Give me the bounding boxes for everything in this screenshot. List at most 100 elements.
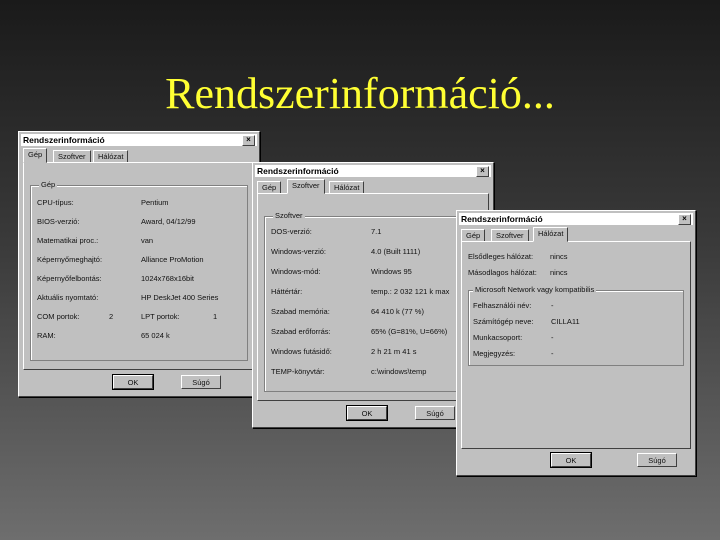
row-value: Windows 95 bbox=[371, 267, 412, 276]
row-value: - bbox=[551, 333, 554, 342]
row-value: c:\windows\temp bbox=[371, 367, 427, 376]
group-box: Microsoft Network vagy kompatibilis Felh… bbox=[468, 285, 684, 366]
row-value: van bbox=[141, 236, 154, 245]
info-row: COM portok: 2 LPT portok: 1 bbox=[37, 312, 241, 322]
row-value: Pentium bbox=[141, 198, 169, 207]
window-title: Rendszerinformáció bbox=[257, 166, 339, 176]
row-label: Szabad erőforrás: bbox=[271, 327, 331, 336]
info-row: Megjegyzés: - bbox=[473, 349, 677, 359]
info-row: BIOS-verzió: Award, 04/12/99 bbox=[37, 217, 241, 227]
row-label: Másodlagos hálózat: bbox=[468, 268, 537, 277]
help-label: Súgó bbox=[192, 378, 210, 387]
row-value: temp.: 2 032 121 k max bbox=[371, 287, 450, 296]
row-value: - bbox=[551, 301, 554, 310]
row-label: BIOS-verzió: bbox=[37, 217, 80, 226]
tab-panel: Szoftver DOS-verzió: 7.1 Windows-verzió: 4… bbox=[257, 193, 489, 401]
group-title: Szoftver bbox=[273, 211, 305, 221]
close-icon[interactable]: × bbox=[476, 166, 489, 177]
row-label: TEMP-könyvtár: bbox=[271, 367, 325, 376]
row-label: Windows futásidő: bbox=[271, 347, 332, 356]
window-title: Rendszerinformáció bbox=[461, 214, 543, 224]
help-button[interactable]: Súgó bbox=[637, 453, 677, 467]
ok-button[interactable]: OK bbox=[550, 452, 592, 468]
help-button[interactable]: Súgó bbox=[181, 375, 221, 389]
row-label: Felhasználói név: bbox=[473, 301, 532, 310]
tab-software[interactable]: Szoftver bbox=[287, 179, 325, 194]
help-label: Súgó bbox=[426, 409, 444, 418]
row-value: HP DeskJet 400 Series bbox=[141, 293, 219, 302]
info-row: Háttértár: temp.: 2 032 121 k max bbox=[271, 287, 475, 297]
close-icon[interactable]: × bbox=[242, 135, 255, 146]
row-label-secondary: LPT portok: bbox=[141, 312, 180, 321]
row-value: CILLA11 bbox=[551, 317, 580, 326]
row-value: 4.0 (Built 1111) bbox=[371, 247, 421, 256]
info-row: Elsődleges hálózat: nincs bbox=[468, 252, 684, 262]
slide-title: Rendszerinformáció... bbox=[165, 69, 555, 118]
help-button[interactable]: Súgó bbox=[415, 406, 455, 420]
row-value: 1024x768x16bit bbox=[141, 274, 194, 283]
ok-label: OK bbox=[565, 456, 577, 465]
row-value: Award, 04/12/99 bbox=[141, 217, 196, 226]
close-icon[interactable]: × bbox=[678, 214, 691, 225]
group-title: Gép bbox=[39, 180, 58, 190]
ok-label: OK bbox=[361, 409, 373, 418]
row-label: Elsődleges hálózat: bbox=[468, 252, 534, 261]
sysinfo-window-machine: Rendszerinformáció × Gép Szoftver Hálóza… bbox=[18, 131, 260, 397]
info-row: Képernyőfelbontás: 1024x768x16bit bbox=[37, 274, 241, 284]
row-value: nincs bbox=[550, 252, 568, 261]
window-title: Rendszerinformáció bbox=[23, 135, 105, 145]
row-value: 64 410 k (77 %) bbox=[371, 307, 424, 316]
tab-panel: Elsődleges hálózat: nincs Másodlagos háló… bbox=[461, 241, 691, 449]
row-label: Háttértár: bbox=[271, 287, 303, 296]
row-label: Szabad memória: bbox=[271, 307, 330, 316]
row-value: 2 bbox=[109, 312, 114, 321]
row-value: 2 h 21 m 41 s bbox=[371, 347, 417, 356]
row-label: RAM: bbox=[37, 331, 56, 340]
ok-label: OK bbox=[127, 378, 139, 387]
row-label: Matematikai proc.: bbox=[37, 236, 99, 245]
row-label: Windows-mód: bbox=[271, 267, 321, 276]
row-label: Windows-verzió: bbox=[271, 247, 327, 256]
row-label: Megjegyzés: bbox=[473, 349, 516, 358]
row-label: Képernyőfelbontás: bbox=[37, 274, 102, 283]
row-label: COM portok: bbox=[37, 312, 80, 321]
tab-network[interactable]: Hálózat bbox=[533, 227, 569, 242]
row-label: Képernyőmeghajtó: bbox=[37, 255, 103, 264]
group-box: Gép CPU-típus: Pentium BIOS-verzió: Award,… bbox=[30, 180, 248, 361]
info-row: Számítógép neve: CILLA11 bbox=[473, 317, 677, 327]
row-value: 7.1 bbox=[371, 227, 382, 236]
row-value: - bbox=[551, 349, 554, 358]
info-row: Felhasználói név: - bbox=[473, 301, 677, 311]
help-label: Súgó bbox=[648, 456, 666, 465]
info-row: TEMP-könyvtár: c:\windows\temp bbox=[271, 367, 475, 377]
row-value: 65% (G=81%, U=66%) bbox=[371, 327, 448, 336]
sysinfo-window-network: Rendszerinformáció × Gép Szoftver Hálóza… bbox=[456, 210, 696, 476]
row-value: 65 024 k bbox=[141, 331, 170, 340]
row-value: nincs bbox=[550, 268, 568, 277]
info-row: Képernyőmeghajtó: Alliance ProMotion bbox=[37, 255, 241, 265]
row-value: Alliance ProMotion bbox=[141, 255, 204, 264]
info-row: Aktuális nyomtató: HP DeskJet 400 Series bbox=[37, 293, 241, 303]
info-row: Windows futásidő: 2 h 21 m 41 s bbox=[271, 347, 475, 357]
tab-panel: Gép CPU-típus: Pentium BIOS-verzió: Award,… bbox=[23, 162, 255, 370]
window-titlebar[interactable]: Rendszerinformáció × bbox=[255, 165, 491, 177]
row-label: DOS-verzió: bbox=[271, 227, 312, 236]
info-row: DOS-verzió: 7.1 bbox=[271, 227, 475, 237]
info-row: Másodlagos hálózat: nincs bbox=[468, 268, 684, 278]
row-label: CPU-típus: bbox=[37, 198, 74, 207]
info-row: Windows-mód: Windows 95 bbox=[271, 267, 475, 277]
group-title: Microsoft Network vagy kompatibilis bbox=[473, 285, 597, 295]
window-titlebar[interactable]: Rendszerinformáció × bbox=[21, 134, 257, 146]
row-label: Számítógép neve: bbox=[473, 317, 534, 326]
info-row: Munkacsoport: - bbox=[473, 333, 677, 343]
group-box: Szoftver DOS-verzió: 7.1 Windows-verzió: 4… bbox=[264, 211, 482, 392]
info-row: Szabad erőforrás: 65% (G=81%, U=66%) bbox=[271, 327, 475, 337]
info-row: CPU-típus: Pentium bbox=[37, 198, 241, 208]
row-label: Aktuális nyomtató: bbox=[37, 293, 99, 302]
window-titlebar[interactable]: Rendszerinformáció × bbox=[459, 213, 693, 225]
info-row: Matematikai proc.: van bbox=[37, 236, 241, 246]
ok-button[interactable]: OK bbox=[112, 374, 154, 390]
tab-machine[interactable]: Gép bbox=[23, 148, 48, 163]
ok-button[interactable]: OK bbox=[346, 405, 388, 421]
row-value-secondary: 1 bbox=[213, 312, 218, 321]
